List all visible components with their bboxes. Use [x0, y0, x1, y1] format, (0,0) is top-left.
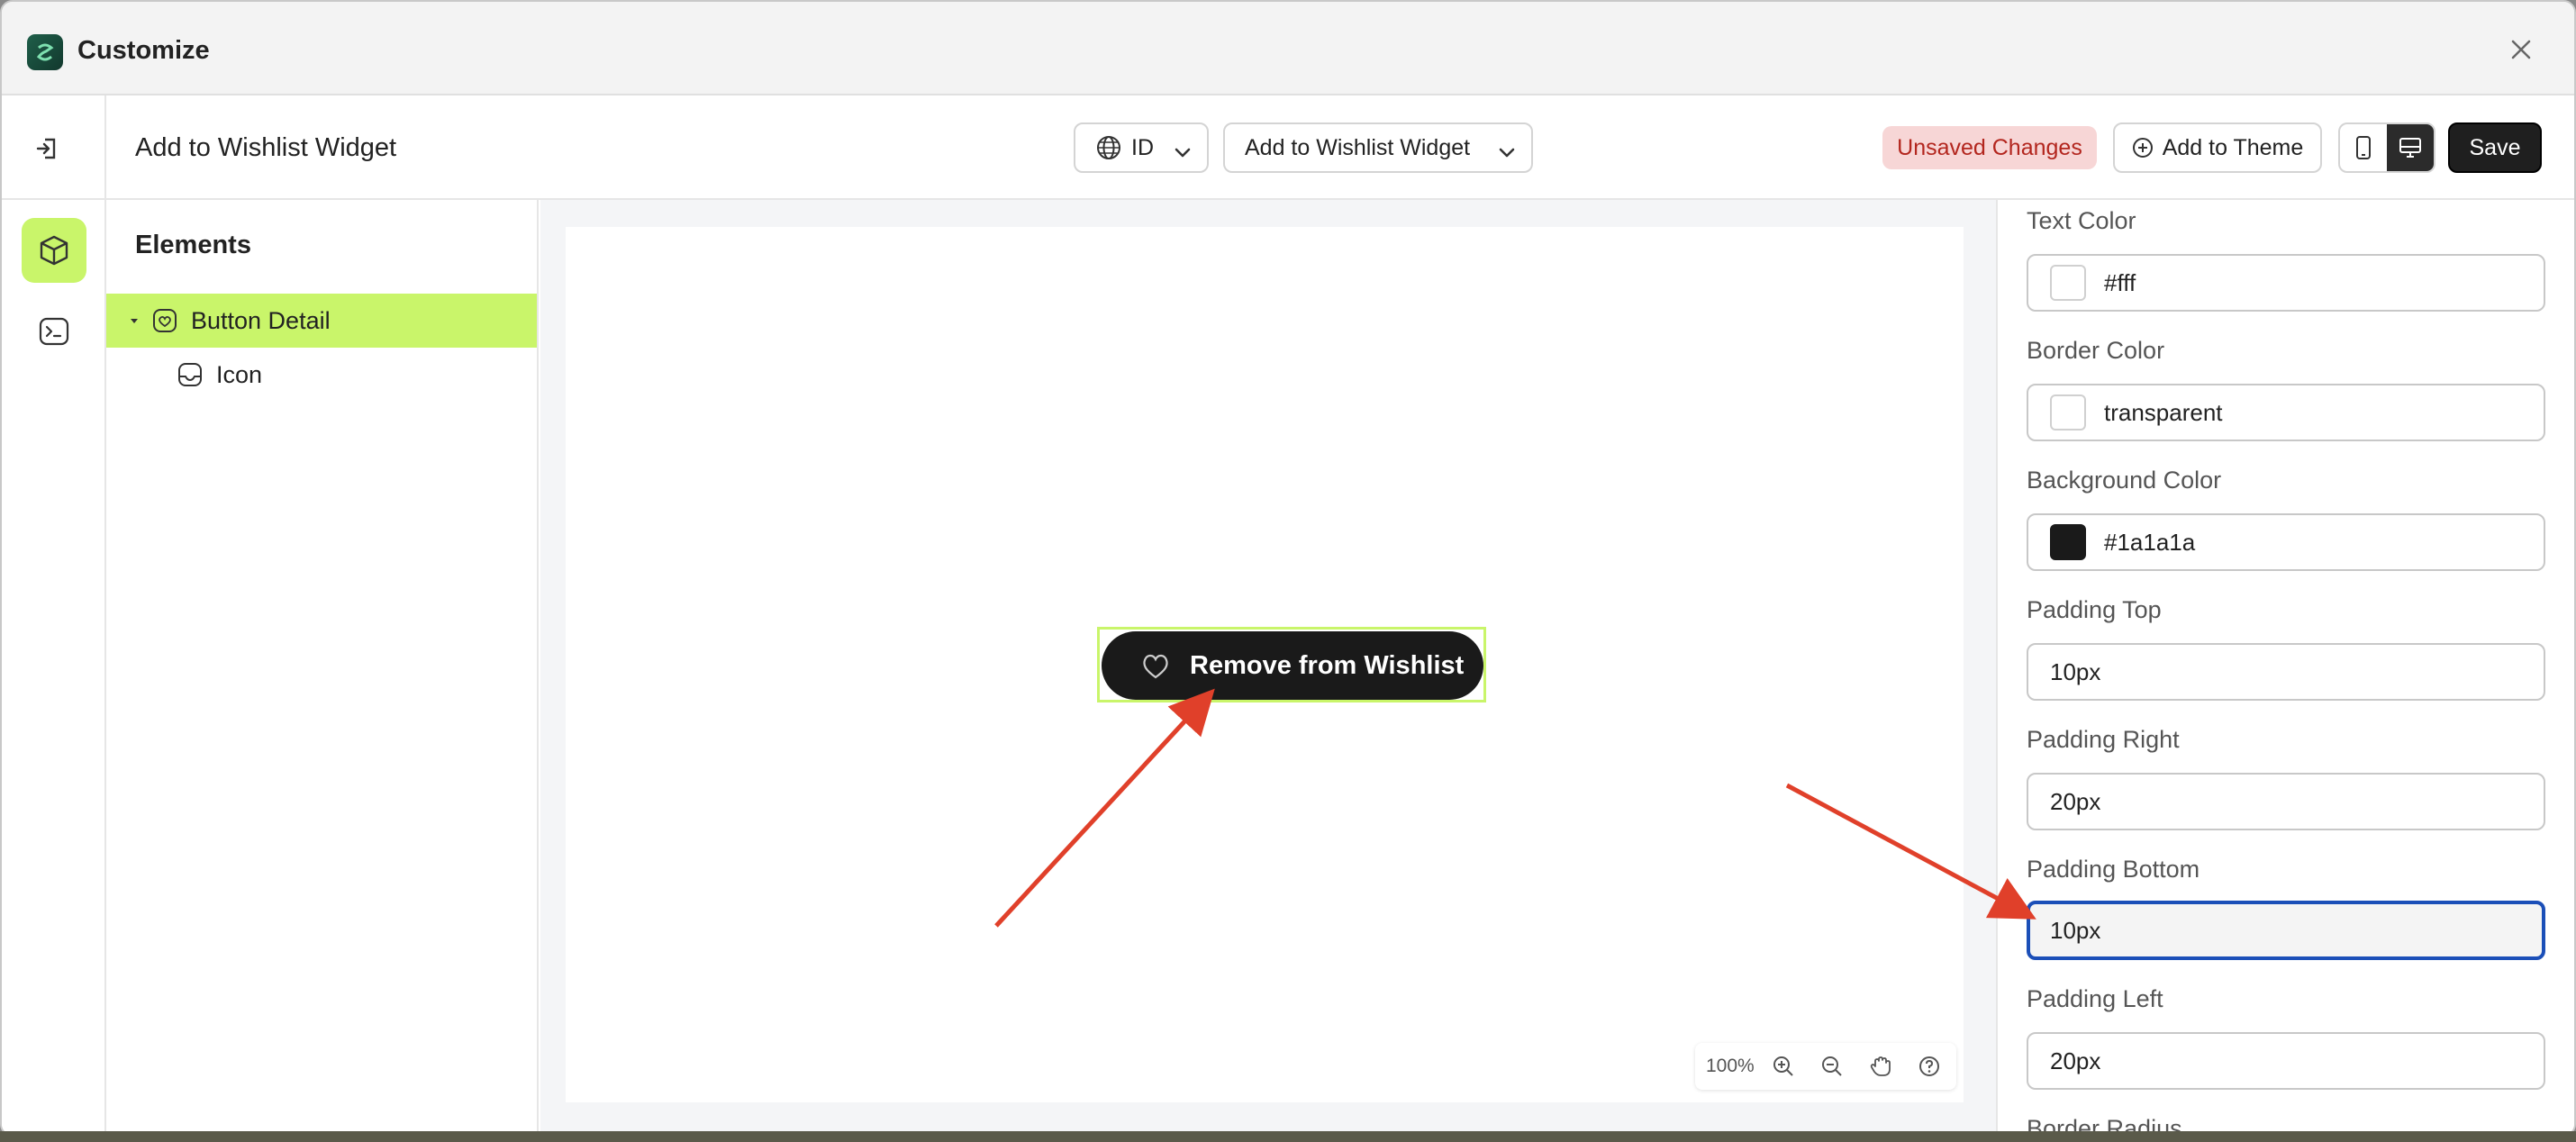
padding-left-label: Padding Left [2027, 985, 2163, 1012]
customize-window: Customize Add to Wishlist Widget ID Add … [0, 0, 2576, 1137]
globe-icon [1095, 134, 1122, 161]
color-swatch[interactable] [2050, 524, 2086, 560]
tree-item-icon[interactable]: Icon [106, 348, 537, 402]
wishlist-preview-button[interactable]: Remove from Wishlist [1102, 631, 1483, 700]
widget-select[interactable]: Add to Wishlist Widget [1223, 122, 1533, 173]
text-color-label: Text Color [2027, 207, 2136, 234]
save-button[interactable]: Save [2448, 122, 2542, 173]
padding-left-value: 20px [2050, 1047, 2101, 1074]
inbox-icon [177, 361, 204, 388]
app-logo-icon [27, 34, 63, 70]
chevron-down-icon [1497, 140, 1517, 158]
preview-canvas: Remove from Wishlist 100% [566, 227, 1964, 1102]
text-color-field[interactable]: #fff [2027, 254, 2545, 312]
padding-top-input[interactable]: 10px [2027, 643, 2545, 701]
padding-top-value: 10px [2050, 657, 2101, 685]
color-swatch[interactable] [2050, 394, 2086, 431]
padding-top-label: Padding Top [2027, 596, 2162, 623]
elements-title: Elements [135, 231, 251, 259]
color-swatch[interactable] [2050, 265, 2086, 301]
chevron-down-icon [1173, 140, 1193, 158]
padding-bottom-input[interactable]: 10px [2027, 901, 2545, 960]
hand-pan-icon[interactable] [1861, 1047, 1900, 1086]
caret-down-icon[interactable] [128, 314, 141, 327]
zoom-level: 100% [1706, 1056, 1755, 1076]
zoom-controls: 100% [1695, 1043, 1956, 1090]
heart-icon [1139, 650, 1172, 681]
background-color-label: Background Color [2027, 467, 2222, 494]
text-color-value: #fff [2104, 268, 2136, 296]
add-to-theme-label: Add to Theme [2162, 134, 2304, 160]
exit-icon[interactable] [27, 128, 68, 169]
language-select-value: ID [1131, 134, 1154, 160]
zoom-out-icon[interactable] [1812, 1047, 1852, 1086]
elements-panel: Elements Button Detail Icon [106, 200, 539, 1135]
preview-button-label: Remove from Wishlist [1190, 650, 1465, 680]
terminal-icon[interactable] [22, 299, 86, 364]
tree-item-label: Icon [216, 360, 263, 388]
mobile-view-icon[interactable] [2340, 124, 2387, 171]
border-color-field[interactable]: transparent [2027, 384, 2545, 441]
zoom-in-icon[interactable] [1764, 1047, 1803, 1086]
help-icon[interactable] [1909, 1047, 1949, 1086]
close-icon[interactable] [2506, 34, 2536, 65]
page-title: Add to Wishlist Widget [135, 133, 397, 162]
padding-right-label: Padding Right [2027, 726, 2180, 753]
padding-bottom-label: Padding Bottom [2027, 856, 2200, 883]
tree-item-button-detail[interactable]: Button Detail [106, 294, 537, 348]
padding-left-input[interactable]: 20px [2027, 1032, 2545, 1090]
desktop-strip [0, 1131, 2576, 1142]
widget-select-value: Add to Wishlist Widget [1245, 134, 1471, 160]
properties-panel: Text Color #fff Border Color transparent… [1996, 200, 2574, 1135]
window-title: Customize [77, 36, 210, 65]
border-color-label: Border Color [2027, 337, 2165, 364]
add-to-theme-button[interactable]: Add to Theme [2113, 122, 2322, 173]
title-bar: Customize [2, 2, 2574, 95]
padding-right-value: 20px [2050, 787, 2101, 815]
background-color-value: #1a1a1a [2104, 528, 2196, 556]
language-select[interactable]: ID [1074, 122, 1209, 173]
canvas-area: Remove from Wishlist 100% [540, 200, 1996, 1135]
padding-bottom-value: 10px [2050, 916, 2101, 944]
plus-circle-icon [2132, 137, 2154, 159]
editor-toolbar: Add to Wishlist Widget ID Add to Wishlis… [2, 95, 2574, 200]
heart-outline-icon [151, 307, 178, 334]
tree-item-label: Button Detail [191, 306, 331, 334]
desktop-view-icon[interactable] [2387, 124, 2434, 171]
device-toggle [2338, 122, 2435, 173]
unsaved-changes-badge: Unsaved Changes [1882, 126, 2097, 169]
border-color-value: transparent [2104, 398, 2223, 426]
background-color-field[interactable]: #1a1a1a [2027, 513, 2545, 571]
cube-icon[interactable] [22, 218, 86, 283]
selected-element-outline[interactable]: Remove from Wishlist [1097, 627, 1486, 702]
left-rail [2, 200, 106, 1135]
toolbar-divider [104, 95, 106, 200]
padding-right-input[interactable]: 20px [2027, 773, 2545, 830]
